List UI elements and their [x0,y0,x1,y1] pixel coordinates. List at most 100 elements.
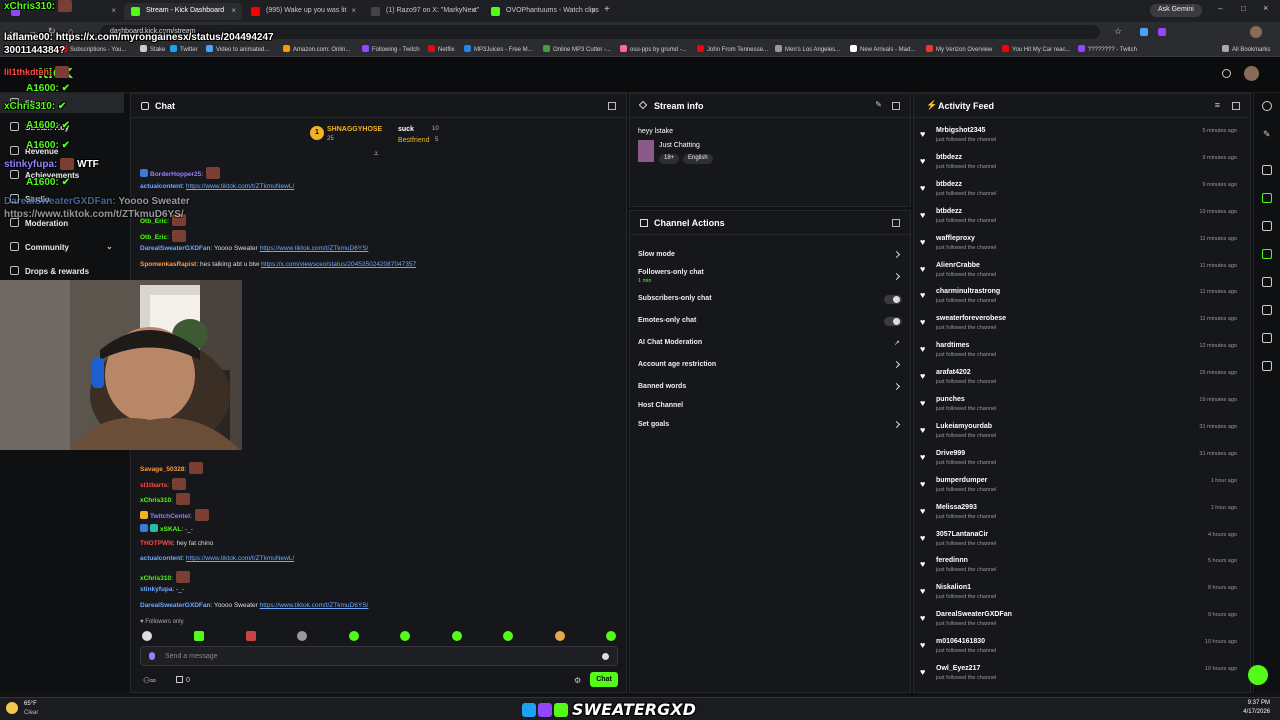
follower-name[interactable]: feredinnn [936,557,968,564]
emote[interactable] [503,631,513,641]
category-name[interactable]: Just Chatting [659,142,700,149]
collapse-icon[interactable]: ⩡ [374,149,379,159]
follower-name[interactable]: 3057LantanaCir [936,531,988,538]
new-tab-button[interactable]: + [604,4,610,15]
follower-name[interactable]: btbdezz [936,154,962,161]
bookmark[interactable]: New Arrivals - Mad... [850,45,915,53]
follower-name[interactable]: Drive999 [936,450,965,457]
follower-name[interactable]: punches [936,396,965,403]
all-bookmarks[interactable]: All Bookmarks [1222,45,1270,53]
popout-icon[interactable] [608,102,616,110]
popout-icon[interactable] [1232,102,1240,110]
popout-icon[interactable] [892,219,900,227]
follower-name[interactable]: Mrbigshot2345 [936,127,985,134]
pencil-icon[interactable]: ✎ [1263,129,1271,140]
emote[interactable] [246,631,256,641]
follower-name[interactable]: arafat4202 [936,369,971,376]
follower-name[interactable]: Melissa2993 [936,504,977,511]
browser-tab[interactable]: (1) Razo97 on X: "MarkyNext" × [364,3,482,20]
profile-avatar[interactable] [1250,26,1262,38]
edit-icon[interactable]: ✎ [875,100,882,109]
bookmark[interactable]: Following - Twitch [362,45,420,53]
bookmark[interactable]: My Verizon Overview [926,45,992,53]
help-button[interactable] [1248,665,1268,685]
loop-icon[interactable]: ⚇∞ [143,676,156,685]
settings-gear-icon[interactable]: ⚙ [574,676,581,685]
link-icon[interactable] [1262,277,1272,287]
bookmark[interactable]: Stake [140,45,165,53]
bookmark[interactable]: Netflix [428,45,455,53]
emote[interactable] [142,631,152,641]
emote[interactable] [606,631,616,641]
emote[interactable] [297,631,307,641]
mic-icon[interactable] [149,652,155,660]
bookmark[interactable]: MP3Juices - Free M... [464,45,533,53]
bolt-icon[interactable] [1262,193,1272,203]
subscribers-only-toggle[interactable] [884,295,902,304]
follower-name[interactable]: waffleproxy [936,235,975,242]
close-icon[interactable]: × [591,6,596,15]
star-icon[interactable]: ☆ [1114,26,1122,37]
follower-name[interactable]: m01064161830 [936,638,985,645]
info-icon[interactable] [1262,101,1272,111]
chat-link[interactable]: https://www.tiktok.com/t/ZTkmuD6YS/ [260,245,369,252]
follower-name[interactable]: sweaterforeverobese [936,315,1006,322]
close-icon[interactable]: × [231,6,236,15]
bookmark[interactable]: Men's Los Angeles... [775,45,840,53]
follower-name[interactable]: charminultrastrong [936,288,1000,295]
emote[interactable] [194,631,204,641]
follower-name[interactable]: hardtimes [936,342,969,349]
popout-icon[interactable] [892,102,900,110]
browser-tab[interactable]: (995) Wake up you was lit × [244,3,362,20]
chat-bubble-icon[interactable] [1262,249,1272,259]
bookmark[interactable]: Subscriptions - You... [60,45,126,53]
emotes-only-toggle[interactable] [884,317,902,326]
bookmark[interactable]: Video to animated... [206,45,269,53]
follower-name[interactable]: Owl_Eyez217 [936,665,980,672]
sidebar-item-community[interactable]: Community ⌄ [10,242,113,252]
account-age-row[interactable]: Account age restriction [638,361,716,368]
emote[interactable] [555,631,565,641]
chat-input[interactable]: Send a message [140,646,618,666]
slow-mode-row[interactable]: Slow mode [638,251,675,258]
emote[interactable] [349,631,359,641]
follower-name[interactable]: DarealSweaterGXDFan [936,611,1012,618]
sidebar-item-drops[interactable]: Drops & rewards [10,266,89,276]
follower-name[interactable]: bumperdumper [936,477,987,484]
filter-icon[interactable]: ≡ [1215,100,1220,110]
emote[interactable] [400,631,410,641]
follower-name[interactable]: Lukeiamyourdab [936,423,992,430]
file-icon[interactable] [1262,221,1272,231]
chat-link[interactable]: https://www.tiktok.com/t/ZTkmuD6YS/ [260,602,369,609]
search-icon[interactable] [1222,69,1231,78]
close-window-icon[interactable]: × [1263,3,1268,13]
follower-name[interactable]: AlienrCrabbe [936,262,980,269]
layout-icon[interactable] [1262,305,1272,315]
close-icon[interactable]: × [471,6,476,15]
maximize-icon[interactable]: □ [1241,4,1246,13]
close-icon[interactable]: × [351,6,356,15]
chat-link[interactable]: https://www.tiktok.com/t/ZTkmuNewL/ [186,183,294,190]
browser-tab-active[interactable]: Stream - Kick Dashboard × [124,3,242,20]
browser-tab[interactable]: OVOPhantuums - Watch clips × [484,3,602,20]
emoji-icon[interactable] [602,653,609,660]
bookmark[interactable]: osu-pps by grumd -... [620,45,687,53]
users-icon[interactable] [1262,361,1272,371]
follower-name[interactable]: btbdezz [936,181,962,188]
emote[interactable] [452,631,462,641]
bookmark[interactable]: John From Tennesse... [697,45,768,53]
bookmark[interactable]: Twitter [170,45,198,53]
wrench-icon[interactable] [1262,333,1272,343]
camera-icon[interactable] [1262,165,1272,175]
minimize-icon[interactable]: – [1218,4,1222,13]
user-avatar[interactable] [1244,66,1259,81]
extension-icon[interactable] [1158,28,1166,36]
chat-link[interactable]: https://www.tiktok.com/t/ZTkmuNewL/ [186,555,294,562]
host-channel-row[interactable]: Host Channel [638,402,683,409]
bookmark[interactable]: Amazon.com: Onlin... [283,45,350,53]
close-icon[interactable]: × [111,6,116,15]
send-chat-button[interactable]: Chat [590,672,618,687]
bookmark[interactable]: Online MP3 Cutter -... [543,45,611,53]
ask-gemini-button[interactable]: Ask Gemini [1150,4,1202,17]
follower-name[interactable]: Niskalion1 [936,584,971,591]
